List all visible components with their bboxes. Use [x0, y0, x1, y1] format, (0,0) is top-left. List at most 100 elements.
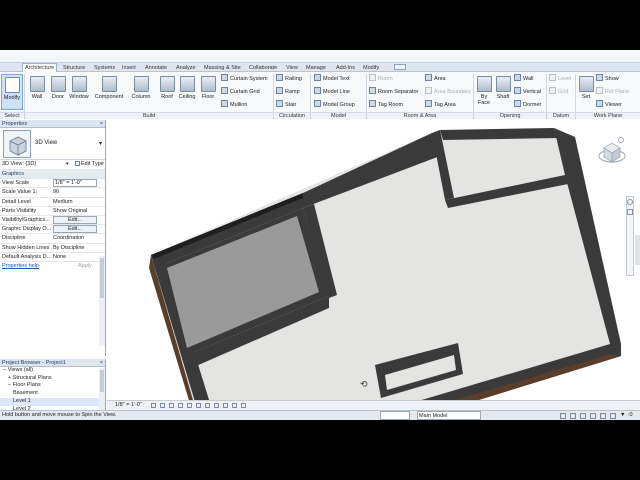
tab-modify[interactable]: Modify	[363, 64, 379, 72]
floor-button[interactable]: Floor	[199, 74, 217, 110]
tab-structure[interactable]: Structure	[63, 64, 85, 72]
tab-view[interactable]: View	[286, 64, 298, 72]
chevron-down-icon[interactable]: ▾	[66, 160, 69, 169]
tag-room-button[interactable]: Tag Room	[369, 100, 403, 110]
model-line-button[interactable]: Model Line	[314, 87, 350, 97]
panel-model[interactable]: Model	[311, 112, 366, 119]
panel-work-plane[interactable]: Work Plane	[576, 112, 640, 119]
select-underlay-icon[interactable]	[580, 413, 586, 419]
railing-button[interactable]: Railing	[276, 74, 302, 84]
panel-opening[interactable]: Opening	[474, 112, 546, 119]
show-crop-icon[interactable]	[205, 403, 210, 408]
crop-view-icon[interactable]	[196, 403, 201, 408]
area-boundary-button[interactable]: Area Boundary	[425, 87, 471, 97]
viewport-scrollbar[interactable]	[635, 235, 640, 265]
level-button[interactable]: Level	[549, 74, 571, 84]
room-button[interactable]: Room	[369, 74, 393, 84]
properties-scrollbar[interactable]	[99, 256, 105, 346]
render-icon[interactable]	[187, 403, 192, 408]
area-button[interactable]: Area	[425, 74, 446, 84]
room-separator-button[interactable]: Room Separator	[369, 87, 418, 97]
tab-annotate[interactable]: Annotate	[145, 64, 167, 72]
ramp-button[interactable]: Ramp	[276, 87, 300, 97]
lock-view-icon[interactable]	[214, 403, 219, 408]
browser-tree-item[interactable]: Level 1	[0, 397, 105, 406]
select-by-face-icon[interactable]	[600, 413, 606, 419]
browser-tree-item[interactable]: − Floor Plans	[0, 382, 105, 390]
shaft-button[interactable]: Shaft	[494, 74, 512, 110]
default-analysis-field[interactable]: None	[53, 253, 97, 261]
drag-elements-icon[interactable]	[610, 413, 616, 419]
graphic-display-edit-button[interactable]: Edit...	[53, 225, 97, 234]
tab-systems[interactable]: Systems	[94, 64, 115, 72]
tab-analyze[interactable]: Analyze	[176, 64, 196, 72]
curtain-grid-button[interactable]: Curtain Grid	[221, 87, 260, 97]
navigation-bar[interactable]	[626, 196, 634, 276]
detail-level-icon[interactable]	[151, 403, 156, 408]
curtain-system-button[interactable]: Curtain System	[221, 74, 268, 84]
chevron-down-icon[interactable]: ▾	[99, 140, 102, 147]
modify-button[interactable]: Modify	[1, 74, 23, 110]
temporary-hide-icon[interactable]	[223, 403, 228, 408]
select-pinned-icon[interactable]	[590, 413, 596, 419]
browser-tree-item[interactable]: + Structural Plans	[0, 375, 105, 383]
wall-opening-button[interactable]: Wall	[514, 74, 534, 84]
close-icon[interactable]: ×	[100, 359, 103, 367]
panel-select[interactable]: Select	[0, 112, 24, 119]
scroll-thumb[interactable]	[100, 370, 104, 392]
viewer-button[interactable]: Viewer	[596, 100, 622, 110]
view-scale-control[interactable]: 1/8" = 1'-0"	[115, 401, 142, 410]
ref-plane-button[interactable]: Ref Plane	[596, 87, 629, 97]
editable-only-icon[interactable]	[560, 413, 566, 419]
panel-room-area[interactable]: Room & Area	[367, 112, 473, 119]
visibility-graphics-edit-button[interactable]: Edit...	[53, 215, 97, 224]
component-button[interactable]: Component	[93, 74, 125, 110]
browser-tree-item[interactable]: − Views (all)	[0, 367, 105, 375]
show-hidden-lines-field[interactable]: By Discipline	[53, 244, 97, 252]
graphics-group-header[interactable]: Graphics	[0, 170, 105, 180]
design-option-selector[interactable]: Main Model	[417, 411, 481, 420]
detail-level-field[interactable]: Medium	[53, 198, 97, 206]
set-work-plane-button[interactable]: Set	[578, 74, 594, 110]
panel-datum[interactable]: Datum	[547, 112, 575, 119]
analytical-model-icon[interactable]	[241, 403, 246, 408]
instance-filter[interactable]: 3D View: {3D}	[2, 160, 72, 169]
viewcube[interactable]	[597, 136, 627, 178]
window-button[interactable]: Window	[67, 74, 91, 110]
parts-visibility-field[interactable]: Show Original	[53, 207, 97, 215]
dormer-button[interactable]: Dormer	[514, 100, 541, 110]
sun-path-icon[interactable]	[169, 403, 174, 408]
tag-area-button[interactable]: Tag Area	[425, 100, 456, 110]
visual-style-icon[interactable]	[160, 403, 165, 408]
3d-viewport[interactable]: ⟲	[107, 120, 640, 411]
edit-type-button[interactable]: Edit Type	[75, 160, 104, 169]
select-links-icon[interactable]	[570, 413, 576, 419]
ceiling-button[interactable]: Ceiling	[177, 74, 197, 110]
scale-value-field[interactable]: 96	[53, 188, 97, 196]
mullion-button[interactable]: Mullion	[221, 100, 247, 110]
grid-button[interactable]: Grid	[549, 87, 568, 97]
tab-collaborate[interactable]: Collaborate	[249, 64, 277, 72]
steering-wheel-icon[interactable]	[627, 199, 633, 205]
stair-button[interactable]: Stair	[276, 100, 296, 110]
panel-circulation[interactable]: Circulation	[274, 112, 310, 119]
model-group-button[interactable]: Model Group	[314, 100, 355, 110]
tab-manage[interactable]: Manage	[306, 64, 326, 72]
properties-help-link[interactable]: Properties help	[2, 262, 52, 271]
discipline-field[interactable]: Coordination	[53, 234, 97, 242]
scroll-thumb[interactable]	[100, 258, 104, 298]
apply-button[interactable]: Apply	[78, 262, 92, 271]
3d-model-canvas[interactable]	[107, 120, 640, 411]
tab-massing-site[interactable]: Massing & Site	[204, 64, 241, 72]
reveal-hidden-icon[interactable]	[232, 403, 237, 408]
shadows-icon[interactable]	[178, 403, 183, 408]
roof-button[interactable]: Roof	[158, 74, 176, 110]
tab-add-ins[interactable]: Add-Ins	[336, 64, 355, 72]
panel-build[interactable]: Build	[25, 112, 273, 119]
type-selector[interactable]: 3D View ▾	[0, 128, 105, 160]
ribbon-options-toggle[interactable]	[394, 64, 406, 70]
zoom-icon[interactable]	[627, 209, 633, 215]
wall-button[interactable]: Wall	[27, 74, 47, 110]
workset-field[interactable]	[380, 411, 410, 420]
show-work-plane-button[interactable]: Show	[596, 74, 619, 84]
